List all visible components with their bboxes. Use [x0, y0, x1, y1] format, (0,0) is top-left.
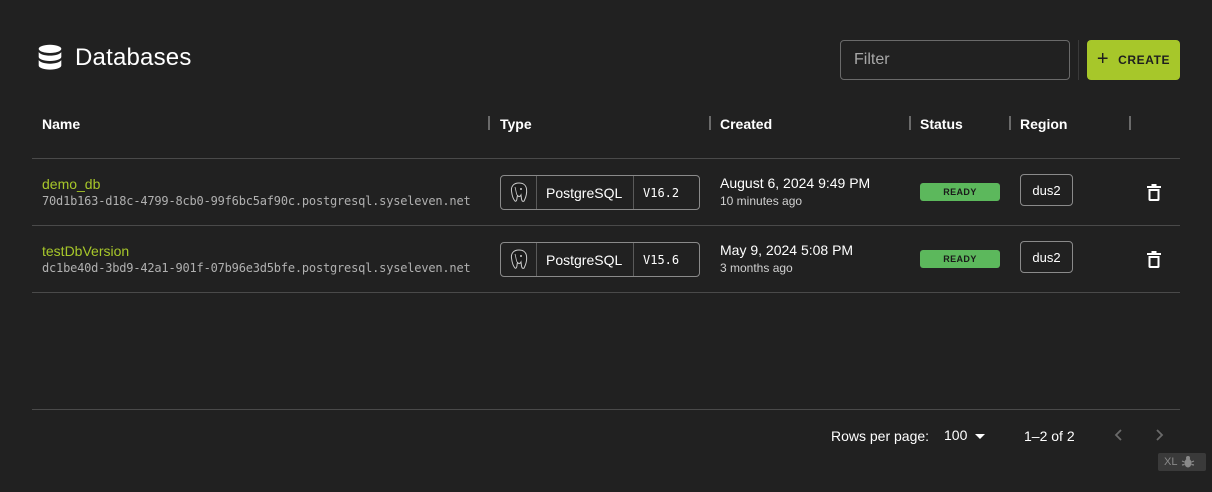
delete-button[interactable] [1144, 249, 1164, 269]
table-header: Name Type Created Status Region [32, 88, 1180, 159]
chevron-down-icon [975, 433, 986, 439]
database-host: dc1be40d-3bd9-42a1-901f-07b96e3d5bfe.pos… [42, 261, 471, 275]
trash-icon [1147, 183, 1161, 201]
postgresql-icon [501, 176, 537, 209]
database-name-link[interactable]: testDbVersion [42, 243, 129, 259]
trash-icon [1147, 250, 1161, 268]
created-date: May 9, 2024 5:08 PM [720, 242, 854, 258]
filter-input[interactable] [840, 40, 1070, 80]
status-badge: READY [920, 250, 1000, 268]
database-type-name: PostgreSQL [546, 184, 623, 201]
breakpoint-debug-badge[interactable]: XL [1158, 453, 1206, 471]
create-button-label: CREATE [1118, 53, 1171, 67]
create-button[interactable]: + CREATE [1087, 40, 1180, 80]
header-divider [1078, 40, 1079, 80]
created-relative: 10 minutes ago [720, 194, 803, 208]
database-type-chip: PostgreSQL V15.6 [500, 242, 700, 277]
page-title: Databases [75, 44, 192, 71]
rows-per-page-value: 100 [944, 427, 968, 443]
column-header-name[interactable]: Name [42, 116, 80, 132]
delete-button[interactable] [1144, 182, 1164, 202]
rows-per-page-select[interactable]: 100 [944, 427, 986, 443]
pagination-range: 1–2 of 2 [1024, 428, 1075, 444]
column-header-region[interactable]: Region [1020, 116, 1067, 132]
database-type-chip: PostgreSQL V16.2 [500, 175, 700, 210]
column-header-type[interactable]: Type [500, 116, 532, 132]
column-header-status[interactable]: Status [920, 116, 963, 132]
bug-icon [1182, 456, 1195, 468]
region-chip: dus2 [1020, 174, 1073, 206]
next-page-button[interactable] [1150, 426, 1168, 444]
created-date: August 6, 2024 9:49 PM [720, 175, 871, 191]
rows-per-page-label: Rows per page: [831, 428, 930, 444]
postgresql-icon [501, 243, 537, 276]
column-resize-handle[interactable] [1009, 116, 1011, 130]
breakpoint-label: XL [1164, 456, 1178, 468]
region-chip: dus2 [1020, 241, 1073, 273]
column-resize-handle[interactable] [488, 116, 490, 130]
table-footer-divider [32, 409, 1180, 410]
column-header-created[interactable]: Created [720, 116, 772, 132]
chevron-right-icon [1156, 429, 1164, 441]
title-wrap: Databases [37, 44, 192, 72]
table-row[interactable]: testDbVersion dc1be40d-3bd9-42a1-901f-07… [32, 226, 1180, 293]
database-icon [38, 44, 62, 70]
previous-page-button[interactable] [1110, 426, 1128, 444]
database-version: V15.6 [643, 252, 680, 267]
table-row[interactable]: demo_db 70d1b163-d18c-4799-8cb0-99f6bc5a… [32, 159, 1180, 226]
plus-icon: + [1096, 48, 1110, 70]
database-type-name: PostgreSQL [546, 251, 623, 268]
databases-table: Name Type Created Status Region demo_db … [32, 88, 1180, 293]
page-header: Databases + CREATE [32, 40, 1180, 80]
column-resize-handle[interactable] [709, 116, 711, 130]
database-version: V16.2 [643, 185, 680, 200]
status-badge: READY [920, 183, 1000, 201]
chevron-left-icon [1114, 429, 1122, 441]
created-relative: 3 months ago [720, 261, 793, 275]
database-name-link[interactable]: demo_db [42, 176, 100, 192]
database-host: 70d1b163-d18c-4799-8cb0-99f6bc5af90c.pos… [42, 194, 471, 208]
column-resize-handle[interactable] [909, 116, 911, 130]
column-resize-handle[interactable] [1129, 116, 1131, 130]
